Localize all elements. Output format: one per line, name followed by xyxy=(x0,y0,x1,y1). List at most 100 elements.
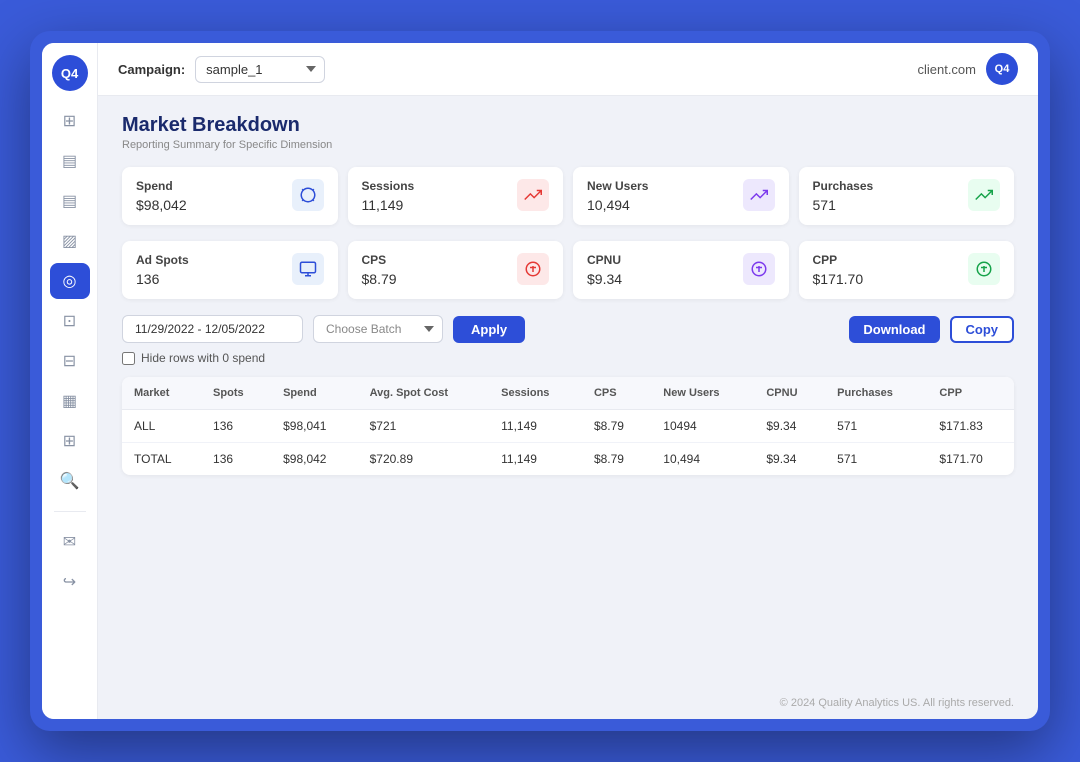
main-panel: Campaign: sample_1 sample_2 client.com Q… xyxy=(98,43,1038,719)
cell-0-9: $171.83 xyxy=(927,410,1014,443)
cell-0-8: 571 xyxy=(825,410,927,443)
sidebar-item-dashboard[interactable]: ⊞ xyxy=(50,103,90,139)
page-title: Market Breakdown xyxy=(122,114,1014,137)
cell-1-8: 571 xyxy=(825,443,927,476)
app-shell: Q4 ⊞ ▤ ▤ ▨ ◎ ⊡ ⊟ ▦ ⊞ 🔍 ✉ ↪ Campaign: sam… xyxy=(42,43,1038,719)
sidebar-item-budget[interactable]: ⊟ xyxy=(50,343,90,379)
new-users-icon xyxy=(743,179,775,211)
metric-info-new-users: New Users 10,494 xyxy=(587,179,648,213)
cell-0-2: $98,041 xyxy=(271,410,358,443)
metric-card-purchases: Purchases 571 xyxy=(799,167,1015,225)
cell-1-0: TOTAL xyxy=(122,443,201,476)
page-subtitle: Reporting Summary for Specific Dimension xyxy=(122,139,1014,151)
cell-0-0: ALL xyxy=(122,410,201,443)
metric-card-cpp: CPP $171.70 xyxy=(799,241,1015,299)
hide-zero-checkbox[interactable] xyxy=(122,352,135,365)
metric-info-cpnu: CPNU $9.34 xyxy=(587,253,622,287)
col-sessions: Sessions xyxy=(489,377,582,410)
sidebar-item-calendar[interactable]: ▦ xyxy=(50,383,90,419)
metric-label-purchases: Purchases xyxy=(813,179,874,193)
cell-1-6: 10,494 xyxy=(651,443,754,476)
download-button[interactable]: Download xyxy=(849,316,939,343)
footer: © 2024 Quality Analytics US. All rights … xyxy=(98,687,1038,719)
cell-0-4: 11,149 xyxy=(489,410,582,443)
metric-info-purchases: Purchases 571 xyxy=(813,179,874,213)
col-new-users: New Users xyxy=(651,377,754,410)
col-spots: Spots xyxy=(201,377,271,410)
date-range-input[interactable] xyxy=(122,315,303,343)
ad-spots-icon xyxy=(292,253,324,285)
metric-value-purchases: 571 xyxy=(813,197,874,213)
sidebar-item-analytics[interactable]: ▨ xyxy=(50,223,90,259)
metric-value-cps: $8.79 xyxy=(362,271,397,287)
apply-button[interactable]: Apply xyxy=(453,316,525,343)
sidebar-item-data[interactable]: ⊞ xyxy=(50,423,90,459)
metric-info-spend: Spend $98,042 xyxy=(136,179,187,213)
campaign-select[interactable]: sample_1 sample_2 xyxy=(195,56,325,83)
col-cps: CPS xyxy=(582,377,651,410)
col-cpnu: CPNU xyxy=(754,377,825,410)
sidebar-item-mail[interactable]: ✉ xyxy=(50,524,90,560)
sessions-icon xyxy=(517,179,549,211)
cpp-icon xyxy=(968,253,1000,285)
metric-info-ad-spots: Ad Spots 136 xyxy=(136,253,189,287)
cell-1-5: $8.79 xyxy=(582,443,651,476)
metric-value-spend: $98,042 xyxy=(136,197,187,213)
table-body: ALL136$98,041$72111,149$8.7910494$9.3457… xyxy=(122,410,1014,476)
cell-1-1: 136 xyxy=(201,443,271,476)
cell-1-2: $98,042 xyxy=(271,443,358,476)
sidebar-item-placements[interactable]: ⊡ xyxy=(50,303,90,339)
sidebar-item-search[interactable]: 🔍 xyxy=(50,463,90,499)
hide-zero-label[interactable]: Hide rows with 0 spend xyxy=(141,351,265,365)
sidebar-logo[interactable]: Q4 xyxy=(52,55,88,91)
metric-card-new-users: New Users 10,494 xyxy=(573,167,789,225)
sidebar-item-reports[interactable]: ▤ xyxy=(50,143,90,179)
cell-1-9: $171.70 xyxy=(927,443,1014,476)
metrics-grid-top: Spend $98,042 Sessions 11,149 xyxy=(122,167,1014,225)
client-name: client.com xyxy=(917,62,976,77)
data-table: Market Spots Spend Avg. Spot Cost Sessio… xyxy=(122,377,1014,475)
batch-select[interactable]: Choose Batch xyxy=(313,315,443,343)
cell-1-7: $9.34 xyxy=(754,443,825,476)
sidebar: Q4 ⊞ ▤ ▤ ▨ ◎ ⊡ ⊟ ▦ ⊞ 🔍 ✉ ↪ xyxy=(42,43,98,719)
spend-icon xyxy=(292,179,324,211)
metric-info-cps: CPS $8.79 xyxy=(362,253,397,287)
sidebar-divider xyxy=(54,511,86,512)
outer-container: Q4 ⊞ ▤ ▤ ▨ ◎ ⊡ ⊟ ▦ ⊞ 🔍 ✉ ↪ Campaign: sam… xyxy=(30,31,1050,731)
metric-value-cpp: $171.70 xyxy=(813,271,864,287)
col-avg-spot-cost: Avg. Spot Cost xyxy=(358,377,490,410)
col-cpp: CPP xyxy=(927,377,1014,410)
purchases-icon xyxy=(968,179,1000,211)
cpnu-icon xyxy=(743,253,775,285)
header-right: client.com Q4 xyxy=(917,53,1018,85)
cell-0-1: 136 xyxy=(201,410,271,443)
table-head: Market Spots Spend Avg. Spot Cost Sessio… xyxy=(122,377,1014,410)
metric-card-sessions: Sessions 11,149 xyxy=(348,167,564,225)
col-spend: Spend xyxy=(271,377,358,410)
metric-label-cpnu: CPNU xyxy=(587,253,622,267)
controls-row: Choose Batch Apply Download Copy xyxy=(122,315,1014,343)
hide-zero-row: Hide rows with 0 spend xyxy=(122,351,1014,365)
sidebar-item-campaigns[interactable]: ▤ xyxy=(50,183,90,219)
metric-card-spend: Spend $98,042 xyxy=(122,167,338,225)
table-header-row: Market Spots Spend Avg. Spot Cost Sessio… xyxy=(122,377,1014,410)
metrics-grid-bottom: Ad Spots 136 CPS $8.79 xyxy=(122,241,1014,299)
metric-label-new-users: New Users xyxy=(587,179,648,193)
metric-label-sessions: Sessions xyxy=(362,179,415,193)
metric-card-cpnu: CPNU $9.34 xyxy=(573,241,789,299)
metric-value-ad-spots: 136 xyxy=(136,271,189,287)
metric-value-cpnu: $9.34 xyxy=(587,271,622,287)
col-purchases: Purchases xyxy=(825,377,927,410)
header: Campaign: sample_1 sample_2 client.com Q… xyxy=(98,43,1038,96)
cell-1-4: 11,149 xyxy=(489,443,582,476)
cell-0-6: 10494 xyxy=(651,410,754,443)
cps-icon xyxy=(517,253,549,285)
metric-label-ad-spots: Ad Spots xyxy=(136,253,189,267)
metric-label-cps: CPS xyxy=(362,253,397,267)
sidebar-item-login[interactable]: ↪ xyxy=(50,564,90,600)
sidebar-item-market[interactable]: ◎ xyxy=(50,263,90,299)
col-market: Market xyxy=(122,377,201,410)
copy-button[interactable]: Copy xyxy=(950,316,1015,343)
metric-label-spend: Spend xyxy=(136,179,187,193)
metric-info-sessions: Sessions 11,149 xyxy=(362,179,415,213)
